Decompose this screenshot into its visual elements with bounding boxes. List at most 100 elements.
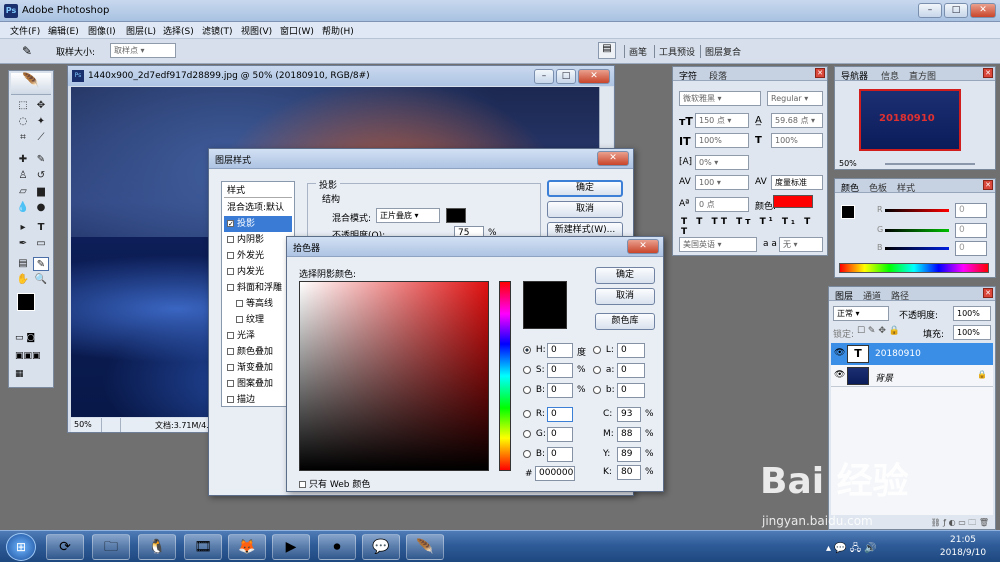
tab-paragraph[interactable]: 段落 (709, 69, 727, 82)
taskbar-record-icon[interactable]: ⏺ (318, 534, 356, 560)
minimize-button[interactable]: – (918, 3, 942, 18)
green-input[interactable]: 0 (547, 427, 573, 442)
style-item-blending-options[interactable]: 混合选项:默认 (224, 200, 292, 216)
blue-input[interactable]: 0 (547, 447, 573, 462)
navigator-zoom-slider[interactable] (885, 163, 975, 165)
baseline-shift-input[interactable]: 0 点 (695, 197, 749, 212)
navigator-panel-close-icon[interactable]: ✕ (983, 68, 993, 78)
navigator-zoom[interactable]: 50% (839, 159, 857, 168)
lab-b-input[interactable]: 0 (617, 383, 645, 398)
color-panel-g-input[interactable]: 0 (955, 223, 987, 238)
blue-radio[interactable] (523, 449, 531, 458)
font-style-select[interactable]: Regular ▾ (767, 91, 823, 106)
brightness-radio[interactable] (523, 385, 531, 394)
vertical-scale-input[interactable]: 100% (695, 133, 749, 148)
lab-l-input[interactable]: 0 (617, 343, 645, 358)
gradient-tool-icon[interactable]: ▆ (33, 185, 49, 199)
history-brush-icon[interactable]: ↺ (33, 169, 49, 183)
horizontal-scale-input[interactable]: 100% (771, 133, 823, 148)
tab-histogram[interactable]: 直方图 (909, 69, 936, 82)
style-item-pattern-overlay[interactable]: 图案叠加 (224, 376, 292, 392)
saturation-input[interactable]: 0 (547, 363, 573, 378)
lasso-tool-icon[interactable]: ◌ (15, 115, 31, 129)
doc-maximize-button[interactable]: □ (556, 69, 576, 84)
notes-tool-icon[interactable]: ▤ (15, 257, 31, 271)
shape-tool-icon[interactable]: ▭ (33, 237, 49, 251)
red-slider[interactable] (885, 209, 949, 212)
hue-slider[interactable] (499, 281, 511, 471)
slice-tool-icon[interactable]: ⟋ (33, 131, 49, 145)
color-picker-cancel-button[interactable]: 取消 (595, 288, 655, 305)
blue-slider[interactable] (885, 247, 949, 250)
red-radio[interactable] (523, 409, 531, 418)
style-item-contour[interactable]: 等高线 (224, 296, 292, 312)
doc-minimize-button[interactable]: – (534, 69, 554, 84)
color-ramp[interactable] (839, 263, 989, 273)
layer-row-background[interactable]: 👁 背景 🔒 (831, 365, 993, 387)
character-panel-close-icon[interactable]: ✕ (815, 68, 825, 78)
leading-input[interactable]: 59.68 点 ▾ (771, 113, 823, 128)
move-tool-icon[interactable]: ✥ (33, 99, 49, 113)
kerning-metrics-select[interactable]: 度量标准 (771, 175, 823, 190)
hand-tool-icon[interactable]: ✋ (15, 273, 31, 287)
color-panel-r-input[interactable]: 0 (955, 203, 987, 218)
color-panel-close-icon[interactable]: ✕ (983, 180, 993, 190)
taskbar-media-icon[interactable]: 🎞 (184, 534, 222, 560)
taskbar-firefox-icon[interactable]: 🦊 (228, 534, 266, 560)
text-style-buttons[interactable]: T T TT Tт T¹ T₁ T T (681, 217, 827, 237)
taskbar-wechat-icon[interactable]: 💬 (362, 534, 400, 560)
style-item-color-overlay[interactable]: 颜色叠加 (224, 344, 292, 360)
layer-visibility-eye-icon[interactable]: 👁 (834, 370, 845, 380)
zoom-level[interactable]: 50% (74, 420, 92, 429)
tab-paths[interactable]: 路径 (891, 289, 909, 302)
taskbar-explorer-icon[interactable]: 🗀 (92, 534, 130, 560)
tab-tool-presets[interactable]: 工具预设 (654, 45, 695, 58)
style-item-outer-glow[interactable]: 外发光 (224, 248, 292, 264)
color-libraries-button[interactable]: 颜色库 (595, 313, 655, 330)
blur-tool-icon[interactable]: 💧 (15, 201, 31, 215)
style-item-satin[interactable]: 光泽 (224, 328, 292, 344)
color-panel-foreground-swatch[interactable] (841, 205, 855, 219)
font-family-select[interactable]: 微软雅黑 ▾ (679, 91, 761, 106)
healing-brush-icon[interactable]: ✚ (15, 153, 31, 167)
sample-size-select[interactable]: 取样点 ▾ (110, 43, 176, 58)
zoom-tool-icon[interactable]: 🔍 (33, 273, 49, 287)
taskbar-browser-icon[interactable]: ⟳ (46, 534, 84, 560)
eyedropper-icon[interactable]: ✎ (22, 44, 32, 58)
tab-navigator[interactable]: 导航器 (841, 69, 868, 82)
layer-style-close-button[interactable]: ✕ (597, 151, 629, 166)
yellow-input[interactable]: 89 (617, 447, 641, 462)
close-button[interactable]: ✕ (970, 3, 996, 18)
start-button[interactable]: ⊞ (6, 533, 36, 561)
eraser-tool-icon[interactable]: ▱ (15, 185, 31, 199)
doc-close-button[interactable]: ✕ (578, 69, 610, 84)
hue-input[interactable]: 0 (547, 343, 573, 358)
green-slider[interactable] (885, 229, 949, 232)
style-item-stroke[interactable]: 描边 (224, 392, 292, 408)
lab-b-radio[interactable] (593, 385, 601, 394)
menu-layer[interactable]: 图层(L) (126, 24, 156, 37)
green-radio[interactable] (523, 429, 531, 438)
tab-brushes[interactable]: 画笔 (624, 45, 647, 58)
layer-opacity-input[interactable]: 100% (953, 306, 991, 321)
layer-style-cancel-button[interactable]: 取消 (547, 201, 623, 218)
language-select[interactable]: 美国英语 ▾ (679, 237, 757, 252)
jump-to-imageready-icon[interactable]: ▦ (15, 369, 47, 381)
menu-edit[interactable]: 编辑(E) (48, 24, 79, 37)
shadow-color-swatch[interactable] (446, 208, 466, 223)
styles-header[interactable]: 样式 (224, 184, 292, 198)
menu-window[interactable]: 窗口(W) (280, 24, 314, 37)
taskbar-qq-icon[interactable]: 🐧 (138, 534, 176, 560)
magic-wand-icon[interactable]: ✦ (33, 115, 49, 129)
crop-tool-icon[interactable]: ⌗ (15, 131, 31, 145)
tab-character[interactable]: 字符 (679, 69, 697, 82)
menu-help[interactable]: 帮助(H) (322, 24, 354, 37)
pen-tool-icon[interactable]: ✒ (15, 237, 31, 251)
tab-info[interactable]: 信息 (881, 69, 899, 82)
style-item-bevel-emboss[interactable]: 斜面和浮雕 (224, 280, 292, 296)
red-input[interactable]: 0 (547, 407, 573, 422)
cyan-input[interactable]: 93 (617, 407, 641, 422)
anti-alias-select[interactable]: 无 ▾ (779, 237, 823, 252)
color-picker-close-button[interactable]: ✕ (627, 239, 659, 254)
type-tool-icon[interactable]: T (33, 221, 49, 235)
